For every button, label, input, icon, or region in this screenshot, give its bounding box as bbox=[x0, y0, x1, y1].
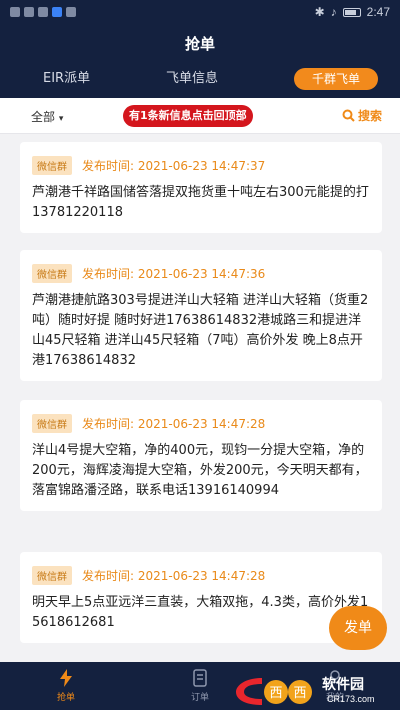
source-tag: 微信群 bbox=[32, 264, 72, 283]
message-icon bbox=[66, 7, 76, 17]
order-card[interactable]: 微信群 发布时间: 2021-06-23 14:47:28 洋山4号提大空箱，净… bbox=[20, 400, 382, 511]
search-button[interactable]: 搜索 bbox=[342, 107, 382, 124]
wifi-icon bbox=[24, 7, 34, 17]
tab-group-orders[interactable]: 千群飞单 bbox=[294, 68, 378, 90]
tab-bar: EIR派单 飞单信息 千群飞单 bbox=[0, 68, 400, 90]
lightning-icon bbox=[60, 669, 72, 687]
tab-eir-dispatch[interactable]: EIR派单 bbox=[43, 68, 90, 90]
status-icons-right: ✱ ♪ 2:47 bbox=[315, 5, 390, 19]
app-notification-icon bbox=[52, 7, 62, 17]
post-order-button[interactable]: 发单 bbox=[329, 606, 387, 650]
order-content: 明天早上5点亚远洋三直装，大箱双拖，4.3类，高价外发15618612681 bbox=[32, 595, 369, 630]
site-watermark: 西 西 软件园 CR173.com bbox=[232, 670, 400, 710]
chevron-down-icon: ▾ bbox=[58, 114, 64, 124]
publish-time: 发布时间: 2021-06-23 14:47:28 bbox=[82, 569, 266, 583]
new-message-notice[interactable]: 有1条新信息点击回顶部 bbox=[123, 105, 253, 127]
publish-time: 发布时间: 2021-06-23 14:47:36 bbox=[82, 267, 266, 281]
mute-icon: ♪ bbox=[330, 5, 337, 19]
battery-icon bbox=[342, 7, 361, 17]
app-header: ✱ ♪ 2:47 抢单 EIR派单 飞单信息 千群飞单 bbox=[0, 0, 400, 98]
publish-time: 发布时间: 2021-06-23 14:47:28 bbox=[82, 417, 266, 431]
source-tag: 微信群 bbox=[32, 156, 72, 175]
notification-icon bbox=[38, 7, 48, 17]
nav-grab-orders[interactable]: 抢单 bbox=[36, 668, 96, 703]
status-bar: ✱ ♪ 2:47 bbox=[0, 0, 400, 26]
filter-all-label: 全部 bbox=[31, 110, 56, 124]
source-tag: 微信群 bbox=[32, 414, 72, 433]
nav-label: 抢单 bbox=[56, 693, 75, 703]
order-content: 芦潮港捷航路303号提进洋山大轻箱 进洋山大轻箱（货重2吨）随时好提 随时好进1… bbox=[32, 293, 369, 368]
status-time: 2:47 bbox=[366, 5, 390, 19]
svg-text:西: 西 bbox=[269, 686, 282, 701]
nav-label: 订单 bbox=[190, 693, 209, 703]
watermark-text: 软件园 bbox=[322, 677, 364, 693]
order-card[interactable]: 微信群 发布时间: 2021-06-23 14:47:37 芦潮港千祥路国储答落… bbox=[20, 142, 382, 233]
order-content: 芦潮港千祥路国储答落提双拖货重十吨左右300元能提的打13781220118 bbox=[32, 185, 369, 220]
watermark-subtext: CR173.com bbox=[327, 694, 375, 704]
publish-time: 发布时间: 2021-06-23 14:47:37 bbox=[82, 159, 266, 173]
status-icons-left bbox=[10, 7, 76, 17]
source-tag: 微信群 bbox=[32, 566, 72, 585]
document-icon bbox=[193, 669, 207, 687]
order-feed: 微信群 发布时间: 2021-06-23 14:47:37 芦潮港千祥路国储答落… bbox=[0, 142, 400, 662]
filter-bar: 全部 ▾ 有1条新信息点击回顶部 搜索 bbox=[0, 98, 400, 134]
svg-text:西: 西 bbox=[293, 686, 306, 701]
order-card[interactable]: 微信群 发布时间: 2021-06-23 14:47:36 芦潮港捷航路303号… bbox=[20, 250, 382, 381]
bluetooth-icon: ✱ bbox=[314, 5, 325, 19]
search-icon bbox=[342, 109, 355, 122]
order-content: 洋山4号提大空箱，净的400元，现钧一分提大空箱，净的200元，海辉凌海提大空箱… bbox=[32, 443, 368, 498]
search-label: 搜索 bbox=[357, 109, 382, 123]
watermark-logo: 西 西 bbox=[236, 678, 312, 705]
signal-icon bbox=[10, 7, 20, 17]
nav-orders[interactable]: 订单 bbox=[170, 668, 230, 703]
filter-dropdown[interactable]: 全部 ▾ bbox=[31, 108, 63, 125]
order-card[interactable]: 微信群 发布时间: 2021-06-23 14:47:28 明天早上5点亚远洋三… bbox=[20, 552, 382, 643]
tab-flying-orders[interactable]: 飞单信息 bbox=[166, 68, 218, 90]
page-title: 抢单 bbox=[184, 35, 215, 53]
